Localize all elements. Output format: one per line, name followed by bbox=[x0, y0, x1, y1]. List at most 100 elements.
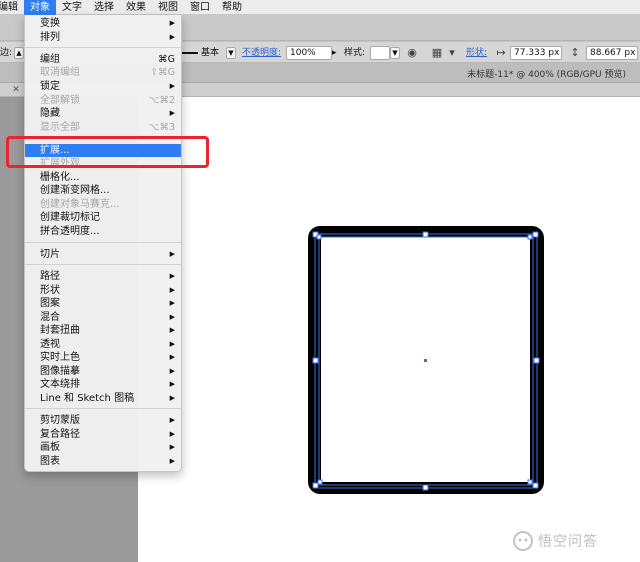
recolor-icon[interactable]: ◉ bbox=[405, 46, 419, 60]
menu-item-object-mosaic: 创建对象马赛克... bbox=[25, 198, 181, 211]
menu-item-pattern[interactable]: 图案 ▶ bbox=[25, 297, 181, 310]
menu-item-graph[interactable]: 图表 ▶ bbox=[25, 455, 181, 468]
menu-item-label: 拼合透明度... bbox=[40, 226, 100, 237]
menu-separator bbox=[25, 242, 181, 243]
submenu-arrow-icon: ▶ bbox=[169, 82, 175, 90]
submenu-arrow-icon: ▶ bbox=[169, 299, 175, 307]
menu-item-arrange[interactable]: 排列 ▶ bbox=[25, 31, 181, 44]
align-icon[interactable]: ▦ bbox=[430, 46, 444, 60]
menu-item-show-all: 显示全部 ⌥⌘3 bbox=[25, 121, 181, 134]
stroke-label: 边: bbox=[0, 48, 13, 58]
artwork bbox=[308, 226, 544, 494]
menubar: 编辑 对象 文字 选择 效果 视图 窗口 帮助 bbox=[0, 0, 640, 15]
menu-item-label: 剪切蒙版 bbox=[40, 415, 80, 426]
menu-item-label: 形状 bbox=[40, 285, 60, 296]
menu-item-transform[interactable]: 变换 ▶ bbox=[25, 17, 181, 30]
menu-item-trim-marks[interactable]: 创建裁切标记 bbox=[25, 211, 181, 224]
menu-item-label: 切片 bbox=[40, 249, 60, 260]
menu-item-line-sketch-art[interactable]: Line 和 Sketch 图稿 ▶ bbox=[25, 392, 181, 405]
close-icon[interactable]: ✕ bbox=[10, 84, 22, 96]
stroke-style-label: 基本 bbox=[201, 48, 220, 58]
watermark-logo-icon bbox=[513, 531, 533, 551]
menu-item-ungroup: 取消编组 ⇧⌘G bbox=[25, 66, 181, 79]
menu-item-envelope-distort[interactable]: 封套扭曲 ▶ bbox=[25, 324, 181, 337]
submenu-arrow-icon: ▶ bbox=[169, 286, 175, 294]
menubar-select[interactable]: 选择 bbox=[88, 0, 120, 15]
stroke-weight-stepper[interactable]: ▲ bbox=[14, 47, 24, 59]
menu-item-group[interactable]: 编组 ⌘G bbox=[25, 53, 181, 66]
center-point bbox=[424, 359, 427, 362]
menu-item-unlock-all: 全部解锁 ⌥⌘2 bbox=[25, 94, 181, 107]
menu-item-compound-path[interactable]: 复合路径 ▶ bbox=[25, 428, 181, 441]
menu-item-rasterize[interactable]: 栅格化... bbox=[25, 171, 181, 184]
menu-item-label: 复合路径 bbox=[40, 429, 80, 440]
menu-item-image-trace[interactable]: 图像描摹 ▶ bbox=[25, 365, 181, 378]
submenu-arrow-icon: ▶ bbox=[169, 340, 175, 348]
menubar-window[interactable]: 窗口 bbox=[184, 0, 216, 15]
object-menu: 变换 ▶ 排列 ▶ 编组 ⌘G 取消编组 ⇧⌘G 锁定 ▶ 全部解锁 ⌥⌘2 隐藏 ▶ 显示全… bbox=[24, 15, 182, 472]
menu-separator bbox=[25, 264, 181, 265]
style-swatch[interactable] bbox=[370, 46, 390, 60]
menu-item-label: 图像描摹 bbox=[40, 366, 80, 377]
submenu-arrow-icon: ▶ bbox=[169, 33, 175, 41]
menu-separator bbox=[25, 47, 181, 48]
menubar-object[interactable]: 对象 bbox=[24, 0, 56, 15]
menu-item-clipping-mask[interactable]: 剪切蒙版 ▶ bbox=[25, 414, 181, 427]
menubar-help[interactable]: 帮助 bbox=[216, 0, 248, 15]
style-dropdown[interactable]: ▼ bbox=[390, 47, 400, 59]
submenu-arrow-icon: ▶ bbox=[169, 457, 175, 465]
height-icon: ↕ bbox=[570, 46, 580, 59]
opacity-input[interactable]: 100% bbox=[286, 46, 332, 60]
menu-item-label: 隐藏 bbox=[40, 108, 60, 119]
menubar-view[interactable]: 视图 bbox=[152, 0, 184, 15]
align-dropdown-icon[interactable]: ▾ bbox=[445, 46, 459, 60]
menu-item-live-paint[interactable]: 实时上色 ▶ bbox=[25, 351, 181, 364]
menu-item-label: 路径 bbox=[40, 271, 60, 282]
stroke-style-dropdown[interactable]: ▼ bbox=[226, 47, 236, 59]
submenu-arrow-icon: ▶ bbox=[169, 353, 175, 361]
submenu-arrow-icon: ▶ bbox=[169, 416, 175, 424]
menu-item-path[interactable]: 路径 ▶ bbox=[25, 270, 181, 283]
opacity-label[interactable]: 不透明度: bbox=[242, 45, 281, 61]
menu-item-slice[interactable]: 切片 ▶ bbox=[25, 248, 181, 261]
menu-item-text-wrap[interactable]: 文本绕排 ▶ bbox=[25, 378, 181, 391]
stroke-preview-line bbox=[180, 52, 198, 54]
menu-shortcut: ⇧⌘G bbox=[150, 67, 175, 78]
menu-item-label: 全部解锁 bbox=[40, 95, 80, 106]
menubar-edit[interactable]: 编辑 bbox=[0, 0, 24, 15]
menu-item-label: 锁定 bbox=[40, 81, 60, 92]
submenu-arrow-icon: ▶ bbox=[169, 19, 175, 27]
menu-item-gradient-mesh[interactable]: 创建渐变网格... bbox=[25, 184, 181, 197]
submenu-arrow-icon: ▶ bbox=[169, 394, 175, 402]
height-input[interactable]: 88.667 px bbox=[586, 46, 638, 60]
menu-item-label: 取消编组 bbox=[40, 67, 80, 78]
menu-item-perspective[interactable]: 透视 ▶ bbox=[25, 338, 181, 351]
menu-item-label: 创建渐变网格... bbox=[40, 185, 110, 196]
opacity-arrow-icon[interactable]: ▸ bbox=[332, 45, 337, 61]
width-input[interactable]: 77.333 px bbox=[510, 46, 562, 60]
menu-item-hide[interactable]: 隐藏 ▶ bbox=[25, 107, 181, 120]
menu-item-label: 透视 bbox=[40, 339, 60, 350]
watermark-text: 悟空问答 bbox=[538, 534, 598, 550]
menu-separator bbox=[25, 408, 181, 409]
menu-item-label: 创建对象马赛克... bbox=[40, 199, 120, 210]
menu-shortcut: ⌥⌘2 bbox=[148, 95, 176, 106]
shape-label[interactable]: 形状: bbox=[466, 45, 487, 61]
menu-item-lock[interactable]: 锁定 ▶ bbox=[25, 80, 181, 93]
menu-item-label: 混合 bbox=[40, 312, 60, 323]
document-title: 未标题-11* @ 400% (RGB/GPU 预览) bbox=[467, 70, 626, 80]
submenu-arrow-icon: ▶ bbox=[169, 380, 175, 388]
menu-item-blend[interactable]: 混合 ▶ bbox=[25, 311, 181, 324]
artboard-canvas[interactable] bbox=[138, 97, 640, 562]
menu-item-flatten-transparency[interactable]: 拼合透明度... bbox=[25, 225, 181, 238]
menu-item-shape[interactable]: 形状 ▶ bbox=[25, 284, 181, 297]
menu-item-label: 图表 bbox=[40, 456, 60, 467]
menubar-type[interactable]: 文字 bbox=[56, 0, 88, 15]
menu-item-artboards[interactable]: 画板 ▶ bbox=[25, 441, 181, 454]
menu-item-label: 文本绕排 bbox=[40, 379, 80, 390]
submenu-arrow-icon: ▶ bbox=[169, 367, 175, 375]
menubar-effect[interactable]: 效果 bbox=[120, 0, 152, 15]
menu-shortcut: ⌘G bbox=[158, 54, 175, 65]
submenu-arrow-icon: ▶ bbox=[169, 109, 175, 117]
submenu-arrow-icon: ▶ bbox=[169, 250, 175, 258]
